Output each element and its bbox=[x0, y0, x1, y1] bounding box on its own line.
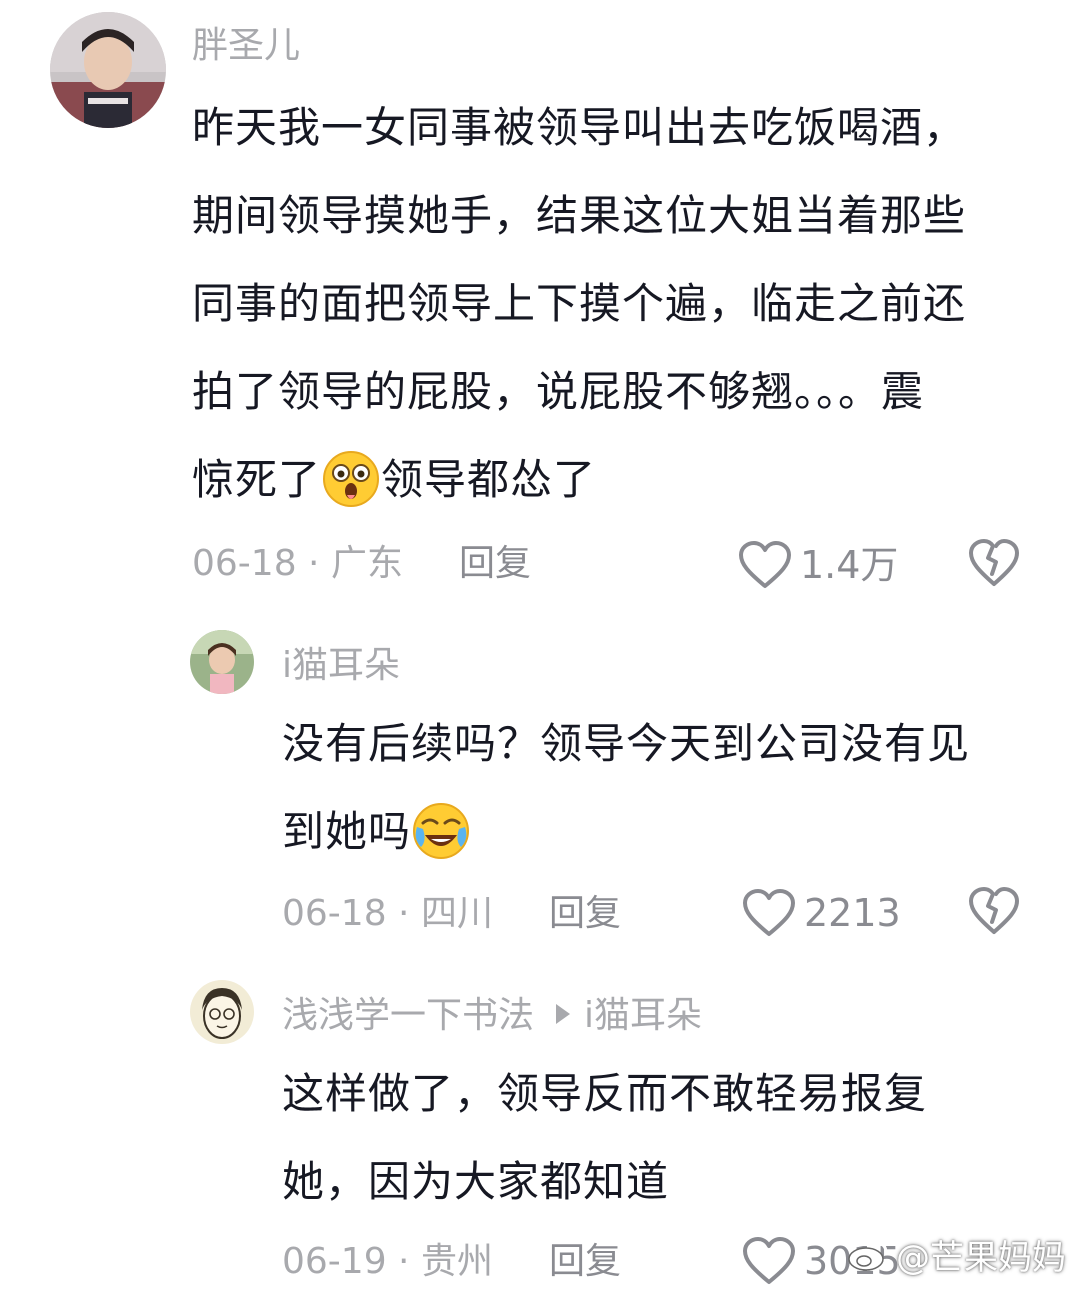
comment-username[interactable]: 胖圣儿 bbox=[192, 26, 300, 66]
comment-date-location: 06-18 · 广东 bbox=[192, 543, 403, 584]
watermark: @芒果妈妈 bbox=[846, 1230, 1066, 1279]
comment-username[interactable]: i猫耳朵 bbox=[282, 646, 400, 686]
watermark-text: @芒果妈妈 bbox=[896, 1238, 1066, 1278]
comment-date-location: 06-19 · 贵州 bbox=[282, 1241, 493, 1282]
reply-button[interactable]: 回复 bbox=[549, 1241, 621, 1282]
crying-laughing-emoji-icon bbox=[411, 801, 471, 861]
like-button[interactable]: 2213 bbox=[742, 888, 901, 938]
comment-line-text: 到她吗 bbox=[282, 807, 412, 856]
like-count: 2213 bbox=[804, 891, 901, 935]
comment-text: 没有后续吗？领导今天到公司没有见 到她吗 bbox=[282, 700, 1022, 876]
comment-line: 拍了领导的屁股，说屁股不够翘。。。震 bbox=[192, 367, 925, 416]
comment-line: 这样做了，领导反而不敢轻易报复 bbox=[282, 1069, 928, 1118]
comment-line: 同事的面把领导上下摸个遍，临走之前还 bbox=[192, 279, 967, 328]
comment-line-text: 惊死了 bbox=[192, 455, 322, 504]
comment-line: 期间领导摸她手，结果这位大姐当着那些 bbox=[192, 191, 967, 240]
comment-meta: 06-18 · 四川 回复 bbox=[282, 892, 621, 936]
comment-line: 昨天我一女同事被领导叫出去吃饭喝酒， bbox=[192, 103, 967, 152]
comment-line: 她，因为大家都知道 bbox=[282, 1157, 670, 1206]
comment-date-location: 06-18 · 四川 bbox=[282, 893, 493, 934]
reply-to-username[interactable]: i猫耳朵 bbox=[584, 995, 702, 1036]
dislike-button[interactable] bbox=[968, 886, 1020, 940]
shocked-face-emoji-icon bbox=[321, 449, 381, 509]
heart-icon bbox=[743, 889, 795, 936]
heart-icon bbox=[743, 1237, 795, 1284]
dislike-button[interactable] bbox=[968, 538, 1020, 592]
like-button[interactable]: 1.4万 bbox=[738, 540, 898, 590]
like-count: 1.4万 bbox=[800, 543, 899, 587]
broken-heart-icon bbox=[969, 887, 1019, 934]
reply-button[interactable]: 回复 bbox=[459, 543, 531, 584]
heart-icon bbox=[739, 541, 791, 588]
comment-line: 没有后续吗？领导今天到公司没有见 bbox=[282, 719, 971, 768]
comment-line: 惊死了 领导都怂了 bbox=[192, 436, 1032, 524]
broken-heart-icon bbox=[969, 539, 1019, 586]
reply-arrow-icon bbox=[556, 1004, 571, 1024]
comment-line: 到她吗 bbox=[282, 788, 1022, 876]
weibo-logo-icon bbox=[848, 1241, 888, 1271]
avatar[interactable] bbox=[50, 12, 166, 128]
comment-username-line: 浅浅学一下书法 i猫耳朵 bbox=[282, 996, 702, 1036]
reply-button[interactable]: 回复 bbox=[549, 893, 621, 934]
comment-text: 昨天我一女同事被领导叫出去吃饭喝酒， 期间领导摸她手，结果这位大姐当着那些 同事… bbox=[192, 84, 1032, 524]
comment-meta: 06-19 · 贵州 回复 bbox=[282, 1240, 621, 1284]
avatar[interactable] bbox=[190, 630, 254, 694]
comment-meta: 06-18 · 广东 回复 bbox=[192, 542, 531, 586]
comment-text: 这样做了，领导反而不敢轻易报复 她，因为大家都知道 bbox=[282, 1050, 1022, 1226]
comment-line-text: 领导都怂了 bbox=[381, 455, 597, 504]
avatar[interactable] bbox=[190, 980, 254, 1044]
comment-username[interactable]: 浅浅学一下书法 bbox=[282, 995, 534, 1036]
